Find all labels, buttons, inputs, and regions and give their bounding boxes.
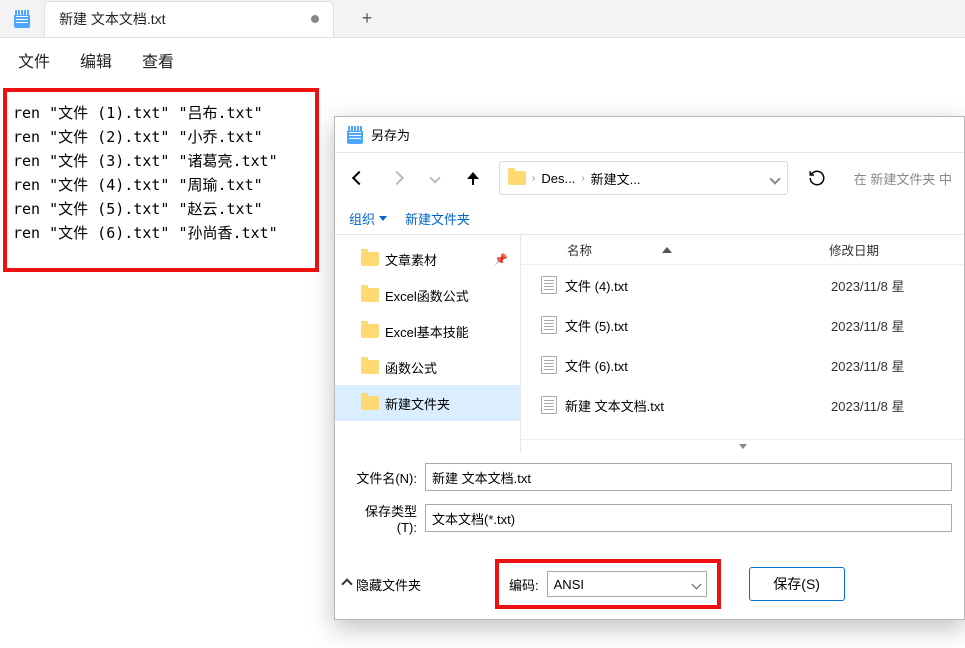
encoding-label: 编码: <box>509 575 539 594</box>
dialog-fields: 文件名(N): 保存类型(T): <box>335 453 964 549</box>
file-row[interactable]: 文件 (4).txt 2023/11/8 星 <box>521 265 964 305</box>
folder-icon <box>361 252 379 266</box>
organize-button[interactable]: 组织 <box>349 209 387 228</box>
file-icon <box>541 316 557 334</box>
tree-item[interactable]: 函数公式 <box>335 349 520 385</box>
nav-up-button[interactable] <box>461 166 485 190</box>
dialog-title: 另存为 <box>371 125 410 144</box>
hide-folders-label: 隐藏文件夹 <box>356 575 421 594</box>
file-row[interactable]: 文件 (5).txt 2023/11/8 星 <box>521 305 964 345</box>
breadcrumb-item[interactable]: Des... <box>541 171 575 186</box>
nav-back-button[interactable] <box>347 166 371 190</box>
file-name: 文件 (6).txt <box>565 356 628 375</box>
organize-label: 组织 <box>349 209 375 228</box>
chevron-down-icon <box>691 579 701 589</box>
file-name: 新建 文本文档.txt <box>565 396 664 415</box>
dropdown-icon <box>379 216 387 221</box>
column-name[interactable]: 名称 <box>521 235 811 264</box>
column-date-label: 修改日期 <box>829 240 879 259</box>
filetype-label: 保存类型(T): <box>347 501 417 535</box>
notepad-icon <box>347 126 363 144</box>
tree-item-label: 新建文件夹 <box>385 394 450 413</box>
file-date: 2023/11/8 星 <box>831 396 904 415</box>
tree-item[interactable]: Excel基本技能 <box>335 313 520 349</box>
encoding-select[interactable]: ANSI <box>547 571 707 597</box>
file-icon <box>541 396 557 414</box>
chevron-up-icon <box>341 578 352 589</box>
filename-input[interactable] <box>425 463 952 491</box>
filename-label: 文件名(N): <box>347 468 417 487</box>
folder-icon <box>361 288 379 302</box>
file-row[interactable]: 新建 文本文档.txt 2023/11/8 星 <box>521 385 964 425</box>
dialog-nav-bar: › Des... › 新建文... 在 新建文件夹 中 <box>335 153 964 203</box>
folder-icon <box>361 360 379 374</box>
refresh-button[interactable] <box>802 163 832 193</box>
folder-icon <box>508 171 526 185</box>
file-row[interactable]: 文件 (6).txt 2023/11/8 星 <box>521 345 964 385</box>
tree-item-label: Excel基本技能 <box>385 322 469 341</box>
tab-bar: 新建 文本文档.txt + <box>0 0 965 38</box>
scroll-down-icon[interactable] <box>521 439 964 453</box>
hide-folders-toggle[interactable]: 隐藏文件夹 <box>343 575 421 594</box>
tree-item-label: Excel函数公式 <box>385 286 469 305</box>
tree-item-label: 函数公式 <box>385 358 437 377</box>
breadcrumb-item[interactable]: 新建文... <box>591 169 641 188</box>
column-name-label: 名称 <box>567 240 592 259</box>
menu-edit[interactable]: 编辑 <box>74 46 118 74</box>
filetype-select[interactable] <box>425 504 952 532</box>
nav-forward-button[interactable] <box>385 166 409 190</box>
tree-item-label: 文章素材 <box>385 250 437 269</box>
tree-item[interactable]: 文章素材 📌 <box>335 241 520 277</box>
new-tab-button[interactable]: + <box>352 4 382 34</box>
editor-content[interactable]: ren "文件 (1).txt" "吕布.txt" ren "文件 (2).tx… <box>3 88 319 272</box>
save-as-dialog: 另存为 › Des... › 新建文... 在 新建文件夹 中 组织 新建文件夹… <box>334 116 965 620</box>
pin-icon: 📌 <box>494 253 508 266</box>
file-name: 文件 (4).txt <box>565 276 628 295</box>
document-tab[interactable]: 新建 文本文档.txt <box>44 1 334 37</box>
addr-dropdown-icon[interactable] <box>771 171 779 186</box>
file-icon <box>541 356 557 374</box>
breadcrumb-sep-icon: › <box>581 173 584 184</box>
menu-file[interactable]: 文件 <box>12 46 56 74</box>
folder-icon <box>361 396 379 410</box>
tree-item[interactable]: 新建文件夹 <box>335 385 520 421</box>
file-icon <box>541 276 557 294</box>
column-date[interactable]: 修改日期 <box>811 235 964 264</box>
encoding-group: 编码: ANSI <box>495 559 721 609</box>
file-name: 文件 (5).txt <box>565 316 628 335</box>
save-button[interactable]: 保存(S) <box>749 567 845 601</box>
new-folder-button[interactable]: 新建文件夹 <box>405 209 470 228</box>
search-input[interactable]: 在 新建文件夹 中 <box>854 169 952 188</box>
breadcrumb-sep-icon: › <box>532 173 535 184</box>
sort-asc-icon <box>662 247 672 253</box>
address-bar[interactable]: › Des... › 新建文... <box>499 161 788 195</box>
nav-history-button[interactable] <box>423 166 447 190</box>
folder-tree: 文章素材 📌 Excel函数公式 Excel基本技能函数公式新建文件夹 <box>335 235 521 453</box>
file-date: 2023/11/8 星 <box>831 356 904 375</box>
file-list: 文件 (4).txt2023/11/8 星文件 (5).txt2023/11/8… <box>521 265 964 439</box>
menu-bar: 文件 编辑 查看 <box>0 38 965 84</box>
unsaved-indicator-icon <box>311 15 319 23</box>
tab-title: 新建 文本文档.txt <box>59 9 166 29</box>
encoding-value: ANSI <box>554 577 584 592</box>
dialog-footer: 隐藏文件夹 编码: ANSI 保存(S) <box>335 549 964 619</box>
dialog-body: 文章素材 📌 Excel函数公式 Excel基本技能函数公式新建文件夹 名称 修改日期… <box>335 235 964 453</box>
file-date: 2023/11/8 星 <box>831 276 904 295</box>
dialog-titlebar: 另存为 <box>335 117 964 153</box>
notepad-app-icon <box>0 10 44 28</box>
file-panel: 名称 修改日期 文件 (4).txt2023/11/8 星文件 (5).txt2… <box>521 235 964 453</box>
folder-icon <box>361 324 379 338</box>
file-list-header: 名称 修改日期 <box>521 235 964 265</box>
file-date: 2023/11/8 星 <box>831 316 904 335</box>
dialog-toolbar: 组织 新建文件夹 <box>335 203 964 235</box>
tree-item[interactable]: Excel函数公式 <box>335 277 520 313</box>
save-button-label: 保存(S) <box>773 574 820 594</box>
menu-view[interactable]: 查看 <box>136 46 180 74</box>
